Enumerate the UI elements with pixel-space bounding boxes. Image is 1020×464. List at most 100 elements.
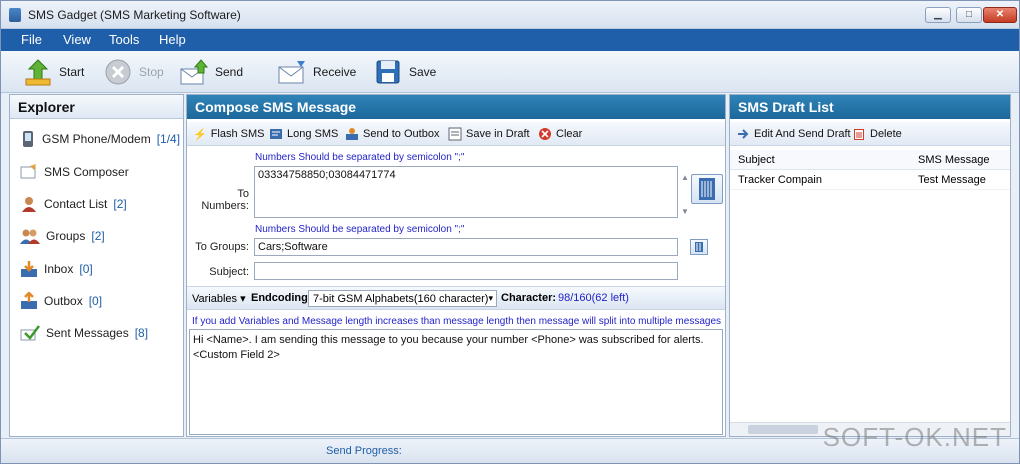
scroll-thumb[interactable] xyxy=(748,425,818,434)
stop-label: Stop xyxy=(139,65,164,79)
draft-icon xyxy=(448,127,462,141)
clear-label: Clear xyxy=(556,128,583,140)
explorer-item-count: [2] xyxy=(91,229,105,243)
explorer-item-count: [0] xyxy=(79,262,93,276)
draft-grid-header: Subject SMS Message xyxy=(730,150,1010,170)
explorer-item-contact-list[interactable]: Contact List [2] xyxy=(20,193,127,215)
character-label: Character: xyxy=(501,292,557,304)
explorer-item-label: Outbox xyxy=(44,294,83,308)
row-message: Test Message xyxy=(918,174,986,186)
delete-draft-button[interactable]: Delete xyxy=(852,126,902,142)
menu-help[interactable]: Help xyxy=(159,32,186,47)
to-groups-field[interactable]: Cars;Software xyxy=(254,238,678,256)
groups-picker-icon xyxy=(695,242,703,252)
receive-icon xyxy=(277,57,307,87)
subject-label: Subject: xyxy=(209,266,249,278)
watermark: SOFT-OK.NET xyxy=(822,422,1007,452)
app-icon xyxy=(9,8,21,22)
explorer-item-inbox[interactable]: Inbox [0] xyxy=(20,258,93,280)
to-groups-label: To Groups: xyxy=(195,241,249,253)
send-label: Send xyxy=(215,65,244,79)
chevron-down-icon: ▾ xyxy=(488,293,493,303)
edit-and-send-draft-button[interactable]: Edit And Send Draft xyxy=(736,126,851,142)
address-book-button[interactable] xyxy=(691,174,723,204)
explorer-panel: Explorer GSM Phone/Modem [1/4] SMS Compo… xyxy=(9,94,184,437)
contact-icon xyxy=(22,197,36,212)
character-count: 98/160(62 left) xyxy=(558,292,629,304)
explorer-item-sent-messages[interactable]: Sent Messages [8] xyxy=(20,322,148,344)
explorer-item-count: [8] xyxy=(134,326,149,340)
sent-messages-icon xyxy=(20,325,40,341)
save-in-draft-label: Save in Draft xyxy=(466,128,530,140)
stop-icon xyxy=(103,57,133,87)
variables-dropdown[interactable]: Variables ▾ xyxy=(192,292,246,305)
save-in-draft-button[interactable]: Save in Draft xyxy=(448,126,530,142)
variables-bar: Variables ▾ Endcoding: 7-bit GSM Alphabe… xyxy=(187,286,725,310)
clear-button[interactable]: Clear xyxy=(538,126,582,142)
encoding-label: Endcoding: xyxy=(251,292,312,304)
close-button[interactable]: ✕ xyxy=(983,7,1017,23)
edit-and-send-draft-label: Edit And Send Draft xyxy=(754,128,851,140)
start-icon xyxy=(23,57,53,87)
groups-picker-button[interactable] xyxy=(690,239,708,255)
explorer-item-label: Contact List xyxy=(44,197,108,211)
app-window: SMS Gadget (SMS Marketing Software) ▁ □ … xyxy=(0,0,1020,464)
stop-button[interactable]: Stop xyxy=(103,57,164,87)
send-progress-label: Send Progress: xyxy=(326,445,402,457)
title-bar[interactable]: SMS Gadget (SMS Marketing Software) ▁ □ … xyxy=(1,1,1019,29)
draft-actions-bar: Edit And Send Draft Delete xyxy=(730,122,1010,146)
groups-hint: Numbers Should be separated by semicolon… xyxy=(255,224,465,235)
menu-tools[interactable]: Tools xyxy=(109,32,139,47)
compose-panel: Compose SMS Message ⚡ Flash SMS Long SMS… xyxy=(186,94,726,437)
subject-field[interactable] xyxy=(254,262,678,280)
numbers-scroll-up-icon[interactable]: ▲ xyxy=(681,173,689,182)
clear-icon xyxy=(539,128,551,140)
menu-view[interactable]: View xyxy=(63,32,91,47)
explorer-item-label: Inbox xyxy=(44,262,74,276)
explorer-item-outbox[interactable]: Outbox [0] xyxy=(20,290,102,312)
long-sms-label: Long SMS xyxy=(287,128,339,140)
outbox-send-icon xyxy=(346,128,358,140)
column-sms-message[interactable]: SMS Message xyxy=(918,154,990,166)
send-to-outbox-button[interactable]: Send to Outbox xyxy=(345,126,439,142)
start-label: Start xyxy=(59,65,85,79)
message-textarea[interactable]: Hi <Name>. I am sending this message to … xyxy=(189,329,723,435)
delete-label: Delete xyxy=(870,128,902,140)
long-sms-button[interactable]: Long SMS xyxy=(269,126,338,142)
explorer-title: Explorer xyxy=(10,95,183,119)
column-subject[interactable]: Subject xyxy=(738,154,775,166)
table-row[interactable]: Tracker Compain Test Message xyxy=(730,170,1010,190)
flash-sms-button[interactable]: ⚡ Flash SMS xyxy=(193,126,265,142)
address-book-icon xyxy=(699,178,715,200)
maximize-button[interactable]: □ xyxy=(956,7,982,23)
explorer-item-groups[interactable]: Groups [2] xyxy=(20,225,105,247)
receive-button[interactable]: Receive xyxy=(277,57,356,87)
to-numbers-label: To Numbers: xyxy=(201,188,249,212)
phone-icon xyxy=(23,131,33,147)
to-numbers-field[interactable]: 03334758850;03084471774 xyxy=(254,166,678,218)
explorer-item-label: Sent Messages xyxy=(46,326,129,340)
split-note: If you add Variables and Message length … xyxy=(192,316,721,327)
receive-label: Receive xyxy=(313,65,357,79)
toolbar: Start Stop Send Receive Save xyxy=(1,51,1019,93)
send-button[interactable]: Send xyxy=(179,57,243,87)
minimize-button[interactable]: ▁ xyxy=(925,7,951,23)
explorer-item-label: Groups xyxy=(46,229,86,243)
menu-file[interactable]: File xyxy=(21,32,42,47)
save-label: Save xyxy=(409,65,437,79)
explorer-item-count: [0] xyxy=(88,294,103,308)
explorer-item-label: GSM Phone/Modem xyxy=(42,132,151,146)
start-button[interactable]: Start xyxy=(23,57,84,87)
explorer-item-count: [2] xyxy=(113,197,127,211)
save-button[interactable]: Save xyxy=(373,57,436,87)
menu-bar: File View Tools Help xyxy=(1,29,1019,51)
encoding-select[interactable]: 7-bit GSM Alphabets(160 character) ▾ xyxy=(308,290,497,307)
save-icon xyxy=(373,57,403,87)
explorer-item-sms-composer[interactable]: SMS Composer xyxy=(20,161,129,183)
row-subject: Tracker Compain xyxy=(738,174,822,186)
numbers-scroll-down-icon[interactable]: ▼ xyxy=(681,207,689,216)
long-sms-icon xyxy=(270,129,282,139)
compose-actions-bar: ⚡ Flash SMS Long SMS Send to Outbox Save… xyxy=(187,122,725,146)
flash-icon: ⚡ xyxy=(193,128,207,141)
explorer-item-gsm-phone[interactable]: GSM Phone/Modem [1/4] xyxy=(20,128,180,150)
